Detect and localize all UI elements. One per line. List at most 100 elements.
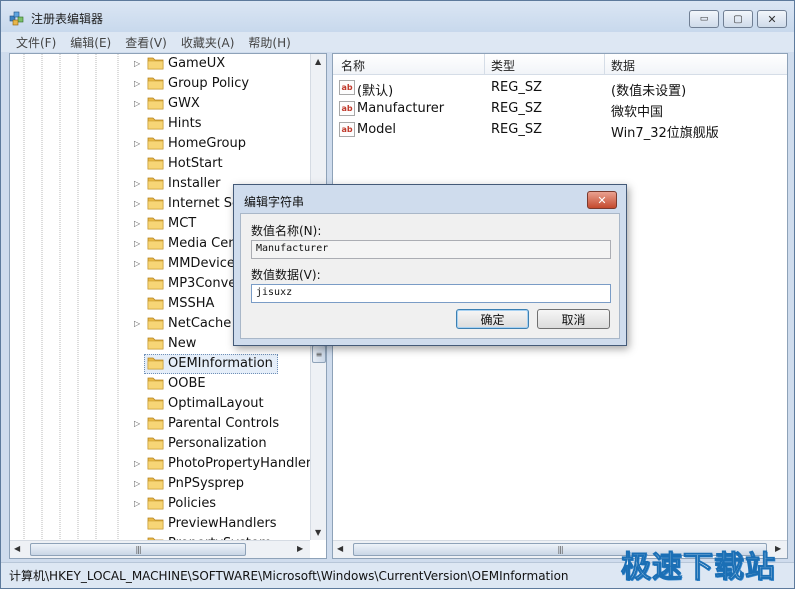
folder-icon — [147, 357, 164, 370]
folder-icon — [147, 137, 164, 150]
folder-icon — [147, 457, 164, 470]
folder-icon — [147, 57, 164, 70]
expand-arrow-icon[interactable]: ▷ — [134, 239, 140, 248]
folder-icon — [147, 77, 164, 90]
tree-item[interactable]: OEMInformation — [10, 354, 310, 374]
column-name-header[interactable]: 名称 — [341, 57, 365, 74]
tree-item[interactable]: OptimalLayout — [10, 394, 310, 414]
scroll-right-icon[interactable]: ▶ — [297, 544, 303, 553]
tree-item-label: Group Policy — [168, 76, 250, 91]
scroll-left-icon[interactable]: ◀ — [14, 544, 20, 553]
folder-icon — [147, 257, 164, 270]
tree-item[interactable]: ▷ Group Policy — [10, 74, 310, 94]
tree-item-label: HotStart — [168, 156, 223, 171]
tree-item-label: HomeGroup — [168, 136, 246, 151]
expand-arrow-icon[interactable]: ▷ — [134, 259, 140, 268]
folder-icon — [147, 397, 164, 410]
tree-item[interactable]: ▷ Parental Controls — [10, 414, 310, 434]
column-separator[interactable] — [484, 54, 485, 75]
tree-scroll-thumb[interactable]: ≡ — [312, 345, 326, 363]
folder-icon — [147, 497, 164, 510]
close-icon: ✕ — [767, 12, 777, 26]
tree-item-label: PhotoPropertyHandler — [168, 456, 312, 471]
folder-icon — [147, 337, 164, 350]
expand-arrow-icon[interactable]: ▷ — [134, 499, 140, 508]
tree-item[interactable]: ▷ Policies — [10, 494, 310, 514]
string-value-icon: ab — [339, 80, 355, 95]
minimize-button[interactable]: ▭ — [689, 10, 719, 28]
expand-arrow-icon[interactable]: ▷ — [134, 459, 140, 468]
scroll-down-icon[interactable]: ▼ — [315, 528, 321, 537]
tree-item[interactable]: ▷ PhotoPropertyHandler — [10, 454, 312, 474]
value-row[interactable]: ab (默认) REG_SZ (数值未设置) — [333, 77, 787, 99]
value-name-cell: Model — [357, 122, 397, 137]
value-row[interactable]: ab Model REG_SZ Win7_32位旗舰版 — [333, 119, 787, 141]
menu-help[interactable]: 帮助(H) — [241, 34, 297, 51]
tree-horizontal-scrollbar[interactable]: ◀ ||| ▶ — [10, 540, 310, 558]
cancel-button[interactable]: 取消 — [537, 309, 610, 329]
value-data-cell: (数值未设置) — [611, 84, 687, 99]
tree-item-label: GWX — [168, 96, 200, 111]
scroll-up-icon[interactable]: ▲ — [315, 57, 321, 66]
value-data-cell: Win7_32位旗舰版 — [611, 126, 719, 141]
expand-arrow-icon[interactable]: ▷ — [134, 139, 140, 148]
expand-arrow-icon[interactable]: ▷ — [134, 219, 140, 228]
close-icon: ✕ — [597, 193, 607, 207]
column-data-header[interactable]: 数据 — [611, 57, 635, 74]
ok-button[interactable]: 确定 — [456, 309, 529, 329]
tree-item-label: Personalization — [168, 436, 267, 451]
tree-item-label: NetCache — [168, 316, 232, 331]
value-name-cell: Manufacturer — [357, 101, 445, 116]
folder-icon — [147, 317, 164, 330]
tree-item[interactable]: ▷ GWX — [10, 94, 310, 114]
folder-icon — [147, 217, 164, 230]
title-bar[interactable]: 注册表编辑器 ▭ ▢ ✕ — [1, 1, 794, 33]
folder-icon — [147, 297, 164, 310]
menu-bar: 文件(F) 编辑(E) 查看(V) 收藏夹(A) 帮助(H) — [1, 32, 794, 52]
tree-item[interactable]: OOBE — [10, 374, 310, 394]
expand-arrow-icon[interactable]: ▷ — [134, 319, 140, 328]
expand-arrow-icon[interactable]: ▷ — [134, 199, 140, 208]
dialog-title: 编辑字符串 — [244, 195, 305, 209]
tree-item[interactable]: Hints — [10, 114, 310, 134]
tree-item[interactable]: HotStart — [10, 154, 310, 174]
folder-icon — [147, 377, 164, 390]
maximize-button[interactable]: ▢ — [723, 10, 753, 28]
expand-arrow-icon[interactable]: ▷ — [134, 179, 140, 188]
maximize-icon: ▢ — [733, 13, 743, 25]
column-separator[interactable] — [604, 54, 605, 75]
expand-arrow-icon[interactable]: ▷ — [134, 479, 140, 488]
dialog-close-button[interactable]: ✕ — [587, 191, 617, 209]
close-button[interactable]: ✕ — [757, 10, 787, 28]
expand-arrow-icon[interactable]: ▷ — [134, 99, 140, 108]
menu-favorites[interactable]: 收藏夹(A) — [174, 34, 242, 51]
tree-item-label: Hints — [168, 116, 202, 131]
folder-icon — [147, 97, 164, 110]
scroll-left-icon[interactable]: ◀ — [337, 544, 343, 553]
minimize-icon: ▭ — [699, 14, 709, 24]
folder-icon — [147, 197, 164, 210]
registry-editor-icon — [9, 11, 24, 26]
tree-item-label: Installer — [168, 176, 221, 191]
values-header: 名称 类型 数据 — [333, 54, 787, 75]
expand-arrow-icon[interactable]: ▷ — [134, 79, 140, 88]
expand-arrow-icon[interactable]: ▷ — [134, 59, 140, 68]
column-type-header[interactable]: 类型 — [491, 57, 515, 74]
value-name-label: 数值名称(N): — [251, 224, 322, 238]
value-row[interactable]: ab Manufacturer REG_SZ 微软中国 — [333, 98, 787, 120]
tree-item-label: MSSHA — [168, 296, 215, 311]
menu-view[interactable]: 查看(V) — [118, 34, 174, 51]
tree-item[interactable]: PreviewHandlers — [10, 514, 310, 534]
tree-item[interactable]: Personalization — [10, 434, 310, 454]
tree-item-label: Parental Controls — [168, 416, 280, 431]
tree-item[interactable]: ▷ GameUX — [10, 54, 310, 74]
tree-item-label: GameUX — [168, 56, 226, 71]
value-type-cell: REG_SZ — [491, 80, 542, 95]
menu-edit[interactable]: 编辑(E) — [63, 34, 118, 51]
tree-item[interactable]: ▷ PnPSysprep — [10, 474, 310, 494]
menu-file[interactable]: 文件(F) — [9, 34, 63, 51]
expand-arrow-icon[interactable]: ▷ — [134, 419, 140, 428]
tree-item[interactable]: ▷ HomeGroup — [10, 134, 310, 154]
value-data-input[interactable]: jisuxz — [251, 284, 611, 303]
tree-hscroll-thumb[interactable]: ||| — [30, 543, 246, 556]
